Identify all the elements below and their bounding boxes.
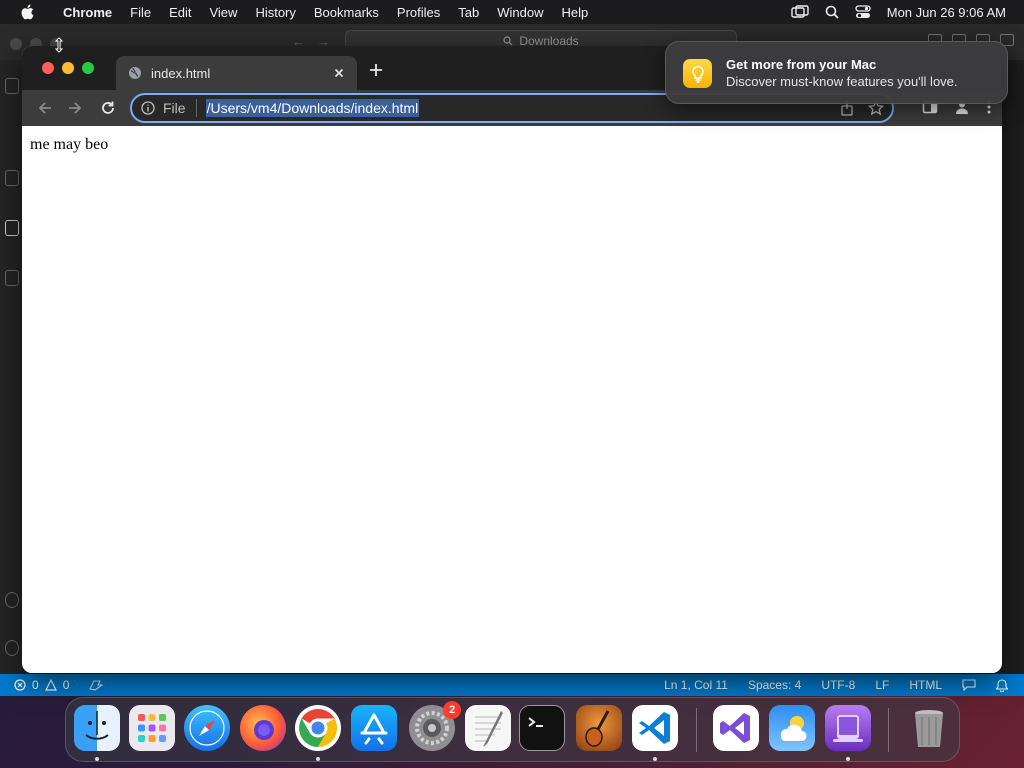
finder-running-indicator xyxy=(95,757,99,761)
vscode-running-indicator xyxy=(653,757,657,761)
url-text[interactable]: /Users/vm4/Downloads/index.html xyxy=(205,99,420,117)
site-info-icon[interactable] xyxy=(141,101,155,115)
manage-gear-icon[interactable] xyxy=(5,640,19,656)
notification-body: Discover must-know features you'll love. xyxy=(726,74,958,89)
notifications-bell-icon[interactable] xyxy=(996,678,1008,692)
warning-count[interactable]: 0 xyxy=(63,678,70,692)
page-text: me may beo xyxy=(30,136,109,153)
remote-explorer-icon[interactable] xyxy=(5,270,19,286)
feedback-icon[interactable] xyxy=(962,679,976,691)
garageband-icon[interactable] xyxy=(576,705,622,751)
menu-tab[interactable]: Tab xyxy=(449,5,488,20)
tab-title: index.html xyxy=(151,65,211,81)
zoom-window-button[interactable] xyxy=(82,62,94,74)
menu-help[interactable]: Help xyxy=(553,5,598,20)
control-center-icon[interactable] xyxy=(855,5,871,19)
system-settings-icon[interactable]: 2 xyxy=(409,701,461,751)
dock-divider xyxy=(696,708,697,752)
safari-icon[interactable] xyxy=(184,705,230,751)
weather-icon[interactable] xyxy=(769,705,815,751)
finder-icon[interactable] xyxy=(74,705,120,751)
dock: 2 xyxy=(65,697,960,762)
menu-history[interactable]: History xyxy=(246,5,304,20)
menu-app-name[interactable]: Chrome xyxy=(54,5,121,20)
vscode-activity-bar xyxy=(0,60,22,674)
scheme-label: File xyxy=(163,100,186,116)
firefox-icon[interactable] xyxy=(240,705,286,751)
lightbulb-icon xyxy=(683,59,712,88)
terminal-icon[interactable] xyxy=(519,705,565,751)
globe-icon xyxy=(129,67,141,79)
search-icon xyxy=(503,36,513,46)
menu-file[interactable]: File xyxy=(121,5,160,20)
extensions-icon[interactable] xyxy=(5,220,19,236)
live-share-icon[interactable] xyxy=(89,679,104,691)
file-encoding[interactable]: UTF-8 xyxy=(821,678,855,692)
accounts-icon[interactable] xyxy=(5,592,19,608)
new-tab-icon[interactable] xyxy=(368,62,384,78)
error-count[interactable]: 0 xyxy=(32,678,39,692)
menu-profiles[interactable]: Profiles xyxy=(388,5,449,20)
vscode-editor-edge xyxy=(1002,60,1024,674)
minimize-window-button[interactable] xyxy=(62,62,74,74)
resize-cursor-icon xyxy=(54,37,64,53)
language-mode[interactable]: HTML xyxy=(909,678,942,692)
launchpad-icon[interactable] xyxy=(129,705,175,751)
close-window-button[interactable] xyxy=(42,62,54,74)
end-of-line[interactable]: LF xyxy=(875,678,889,692)
menu-bar: Chrome File Edit View History Bookmarks … xyxy=(0,0,1024,24)
screen-mirroring-icon[interactable] xyxy=(791,5,809,19)
menu-view[interactable]: View xyxy=(200,5,246,20)
dock-divider-trash xyxy=(888,708,889,752)
omnibox-separator xyxy=(195,99,197,117)
apple-menu-icon[interactable] xyxy=(18,4,36,20)
page-content: me may beo xyxy=(22,126,1002,673)
cursor-position[interactable]: Ln 1, Col 11 xyxy=(664,678,728,692)
app-store-icon[interactable] xyxy=(351,705,397,751)
tab-index-html[interactable]: index.html xyxy=(116,56,357,90)
simulator-running-indicator xyxy=(846,757,850,761)
vscode-status-bar: 0 0 Ln 1, Col 11 Spaces: 4 UTF-8 LF HTML xyxy=(0,674,1024,696)
error-icon[interactable] xyxy=(14,679,26,691)
indentation[interactable]: Spaces: 4 xyxy=(748,678,801,692)
reload-icon[interactable] xyxy=(99,99,117,117)
vscode-icon[interactable] xyxy=(632,705,678,751)
spotlight-search-icon[interactable] xyxy=(825,5,839,19)
settings-badge: 2 xyxy=(443,701,461,719)
back-arrow-icon[interactable] xyxy=(36,99,54,117)
menu-clock[interactable]: Mon Jun 26 9:06 AM xyxy=(887,5,1006,20)
trash-icon[interactable] xyxy=(906,705,952,751)
chrome-icon[interactable] xyxy=(295,705,341,751)
chrome-running-indicator xyxy=(316,757,320,761)
notification-title: Get more from your Mac xyxy=(726,57,877,72)
vscode-close-button[interactable] xyxy=(10,38,22,50)
menu-edit[interactable]: Edit xyxy=(160,5,200,20)
source-control-icon[interactable] xyxy=(5,170,19,186)
visual-studio-icon[interactable] xyxy=(713,705,759,751)
chrome-window: index.html File /Users/vm4/Downloads/ind… xyxy=(22,46,1002,673)
notification-banner[interactable]: Get more from your Mac Discover must-kno… xyxy=(665,41,1008,104)
simulator-icon[interactable] xyxy=(825,705,871,751)
forward-arrow-icon[interactable] xyxy=(66,99,84,117)
window-controls xyxy=(42,62,94,74)
menu-window[interactable]: Window xyxy=(488,5,552,20)
explorer-icon[interactable] xyxy=(5,78,19,94)
warning-icon[interactable] xyxy=(44,679,57,691)
textedit-icon[interactable] xyxy=(465,705,511,751)
menu-bookmarks[interactable]: Bookmarks xyxy=(305,5,388,20)
close-tab-icon[interactable] xyxy=(331,65,347,81)
